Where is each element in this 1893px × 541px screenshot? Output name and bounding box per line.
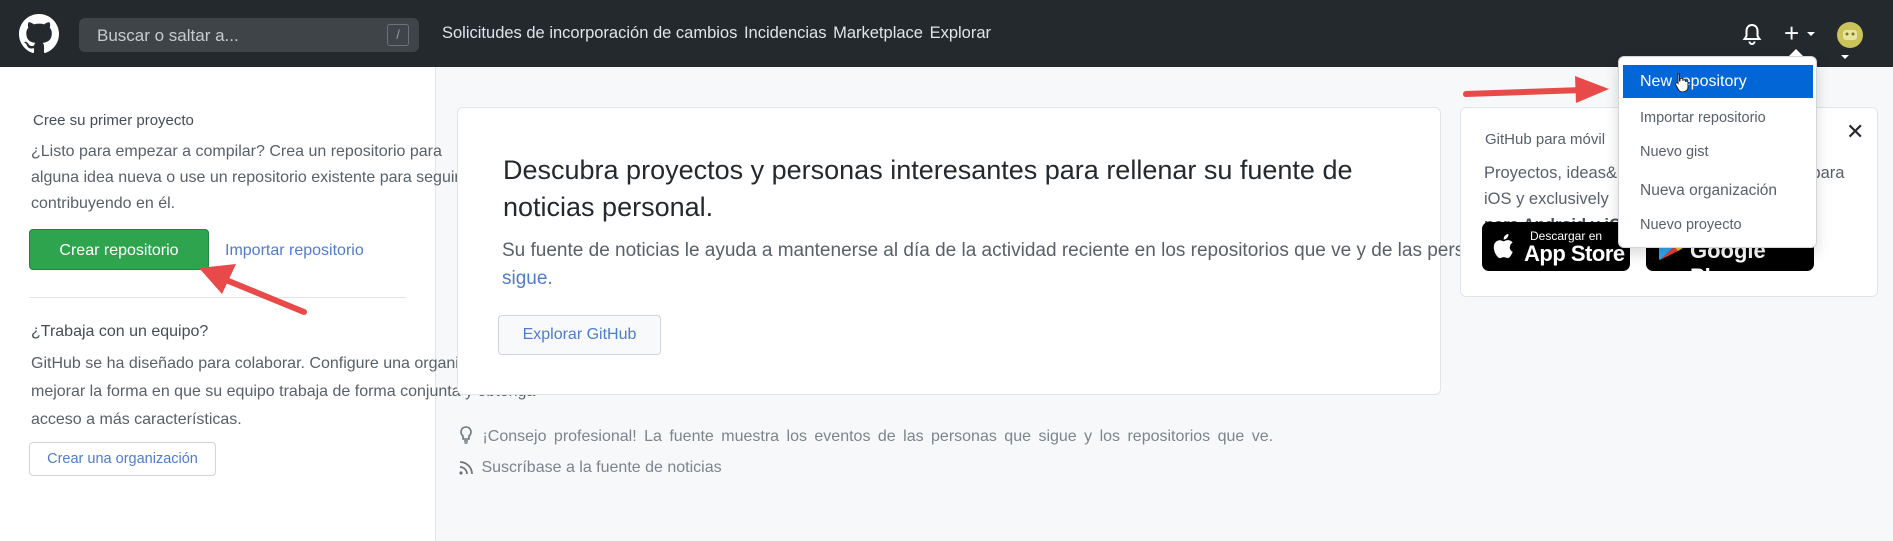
create-repository-button[interactable]: Crear repositorio — [29, 229, 209, 270]
light-bulb-icon — [460, 426, 472, 444]
first-project-text: ¿Listo para empezar a compilar? Crea un … — [31, 143, 460, 212]
search-input[interactable]: Buscar o saltar a... / — [79, 18, 419, 52]
pro-tip: ¡Consejo profesional! La fuente muestra … — [459, 426, 1273, 446]
discover-heading: Descubra proyectos y personas interesant… — [503, 155, 1353, 222]
create-new-menu-button[interactable]: + — [1784, 20, 1824, 46]
apple-icon — [1493, 234, 1513, 259]
pro-tip-text: ¡Consejo profesional! La fuente muestra … — [482, 428, 1274, 445]
github-logo-icon[interactable] — [19, 14, 59, 54]
primary-nav: Solicitudes de incorporación de cambios … — [442, 24, 993, 43]
plus-icon: + — [1784, 18, 1800, 48]
menu-item-new-repository[interactable]: New repository — [1623, 65, 1813, 98]
avatar — [1837, 22, 1863, 48]
menu-item-new-organization[interactable]: Nueva organización — [1623, 182, 1813, 200]
hand-cursor-icon — [1675, 72, 1689, 92]
close-icon[interactable]: ✕ — [1846, 119, 1864, 145]
subscribe-feed-text: Suscríbase a la fuente de noticias — [481, 459, 722, 476]
menu-item-new-project[interactable]: Nuevo proyecto — [1623, 217, 1813, 233]
chevron-down-icon — [1841, 55, 1849, 59]
menu-item-import-repository[interactable]: Importar repositorio — [1623, 110, 1813, 126]
first-project-title: Cree su primer proyecto — [33, 112, 194, 129]
follow-link[interactable]: sigue. — [502, 268, 553, 289]
create-organization-button[interactable]: Crear una organización — [29, 442, 216, 476]
nav-explore[interactable]: Explorar — [930, 24, 991, 42]
bell-icon[interactable] — [1741, 22, 1763, 46]
slash-shortcut-hint: / — [387, 24, 409, 46]
nav-marketplace[interactable]: Marketplace — [833, 24, 923, 42]
app-store-badge[interactable]: Descargar en App Store — [1482, 222, 1630, 271]
menu-item-new-gist[interactable]: Nuevo gist — [1623, 144, 1813, 160]
search-placeholder: Buscar o saltar a... — [97, 26, 239, 45]
subscribe-feed-link[interactable]: Suscríbase a la fuente de noticias — [459, 459, 722, 477]
team-title: ¿Trabaja con un equipo? — [31, 323, 209, 340]
global-header: Buscar o saltar a... / Solicitudes de in… — [0, 0, 1893, 67]
nav-pull-requests[interactable]: Solicitudes de incorporación de cambios — [442, 24, 737, 42]
app-store-big-text: App Store — [1524, 241, 1625, 266]
chevron-down-icon — [1807, 32, 1816, 36]
rss-icon — [459, 461, 473, 475]
mobile-text-start: Proyectos, ideas — [1484, 164, 1606, 182]
user-avatar-menu[interactable] — [1837, 22, 1877, 59]
annotation-arrow-left — [199, 264, 307, 315]
mobile-card-title: GitHub para móvil — [1485, 131, 1606, 148]
explore-github-button[interactable]: Explorar GitHub — [498, 315, 661, 355]
discover-paragraph: Su fuente de noticias le ayuda a mantene… — [502, 237, 1562, 293]
annotation-arrow-right — [1463, 76, 1609, 103]
nav-issues[interactable]: Incidencias — [744, 24, 827, 42]
discover-paragraph-text: Su fuente de noticias le ayuda a mantene… — [502, 240, 1543, 261]
